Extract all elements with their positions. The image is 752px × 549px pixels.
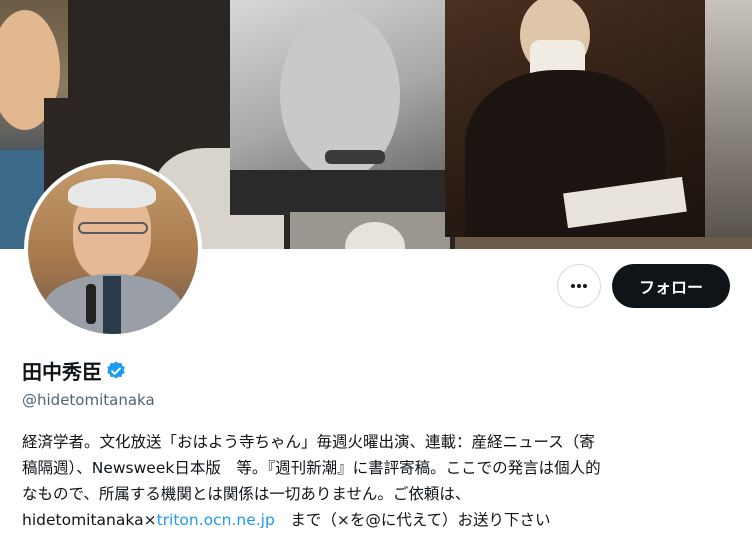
- profile-bio: 経済学者。文化放送「おはよう寺ちゃん」毎週火曜出演、連載：産経ニュース（寄 稿隔…: [22, 429, 734, 533]
- banner-portrait-7: [705, 0, 752, 237]
- banner-portrait-keynes: [230, 0, 445, 215]
- bio-line: 経済学者。文化放送「おはよう寺ちゃん」毎週火曜出演、連載：産経ニュース（寄: [22, 433, 595, 451]
- bio-email-prefix: hidetomitanaka×: [22, 511, 157, 529]
- bio-line: hidetomitanaka×triton.ocn.ne.jp まで（×を@に代…: [22, 507, 734, 533]
- banner-strip: [455, 237, 752, 249]
- more-options-button[interactable]: [557, 264, 601, 308]
- verified-badge-icon[interactable]: [105, 360, 127, 382]
- banner-portrait-4: [290, 212, 450, 249]
- bio-email-suffix: まで（×を@に代えて）お送り下さい: [274, 511, 551, 529]
- bio-line: なもので、所属する機関とは関係は一切ありません。ご依頼は、: [22, 485, 471, 503]
- banner-portrait-5: [445, 0, 707, 237]
- display-name: 田中秀臣: [22, 360, 102, 384]
- profile-handle: @hidetomitanaka: [22, 391, 155, 409]
- bio-line: 稿隔週）、Newsweek日本版 等。『週刊新潮』に書評寄稿。ここでの発言は個人…: [22, 459, 601, 477]
- follow-button-label: フォロー: [638, 278, 703, 297]
- profile-avatar[interactable]: [24, 160, 202, 338]
- more-horizontal-icon: [571, 284, 587, 288]
- profile-name-row: 田中秀臣: [22, 356, 127, 385]
- follow-button[interactable]: フォロー: [612, 264, 730, 308]
- bio-domain-link[interactable]: triton.ocn.ne.jp: [157, 511, 275, 529]
